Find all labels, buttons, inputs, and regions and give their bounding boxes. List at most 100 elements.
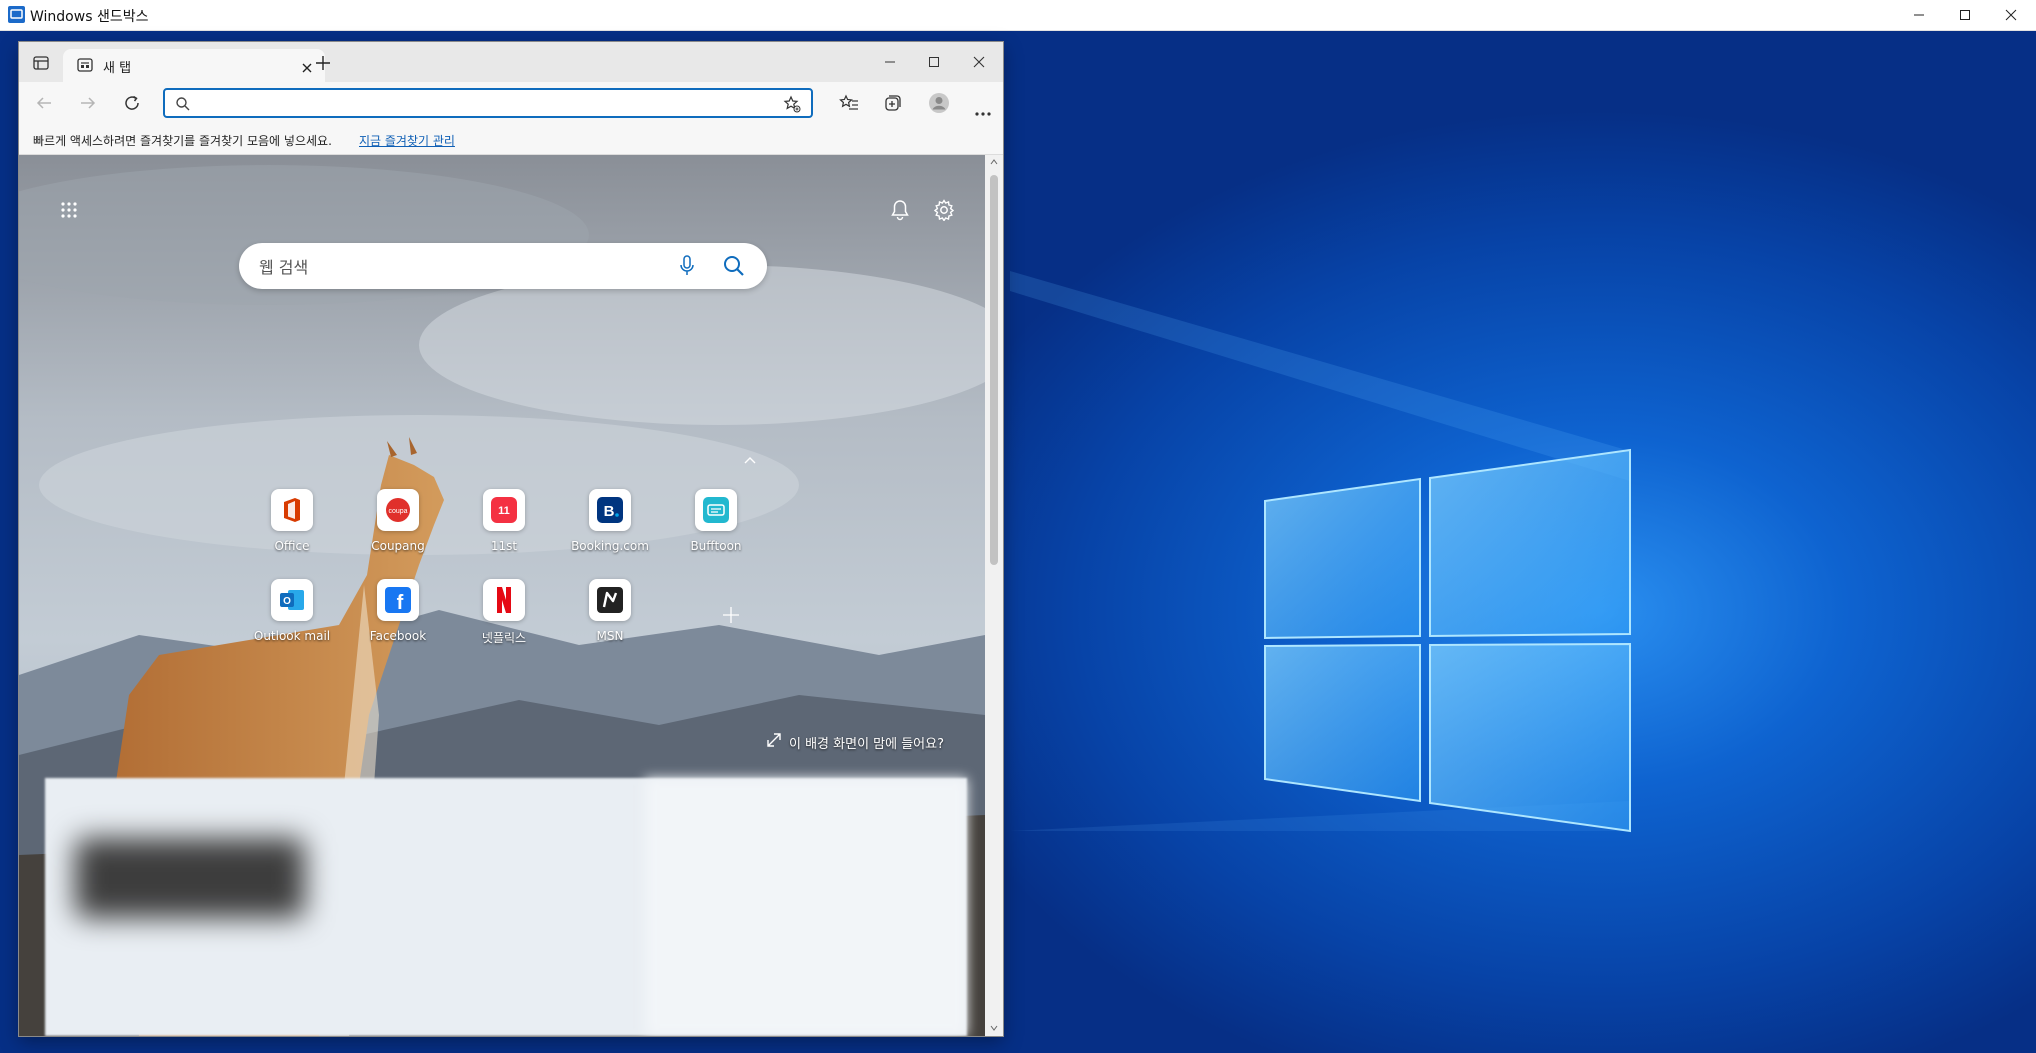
quick-link-label: Office <box>274 539 310 553</box>
sandbox-maximize-button[interactable] <box>1942 0 1988 30</box>
web-search-input[interactable] <box>257 255 661 279</box>
quick-link-label: Coupang <box>371 539 425 553</box>
browser-toolbar <box>19 82 1003 124</box>
quick-link-label: Booking.com <box>571 539 649 553</box>
chevron-up-icon <box>744 457 756 464</box>
microphone-icon[interactable] <box>679 255 695 277</box>
scroll-down-icon[interactable] <box>990 1025 998 1031</box>
browser-close-button[interactable] <box>972 54 986 73</box>
quick-link-label: Bufftoon <box>690 539 742 553</box>
close-icon <box>2005 9 2017 21</box>
collections-button[interactable] <box>884 94 902 116</box>
bell-icon <box>891 200 909 221</box>
sandbox-minimize-button[interactable] <box>1896 0 1942 30</box>
web-search-box[interactable] <box>239 243 767 289</box>
office-icon <box>271 489 313 531</box>
search-icon[interactable] <box>723 255 745 277</box>
feed-side-panel <box>645 778 967 1036</box>
browser-maximize-button[interactable] <box>927 54 941 73</box>
svg-text:B: B <box>604 503 615 520</box>
tab-actions-icon <box>33 56 49 70</box>
favorites-icon <box>839 94 858 110</box>
svg-text:f: f <box>397 592 404 613</box>
new-tab-page-icon <box>77 58 93 72</box>
quick-link-facebook[interactable]: f Facebook <box>350 579 446 659</box>
quick-link-bufftoon[interactable]: Bufftoon <box>668 489 764 569</box>
scroll-up-icon[interactable] <box>990 159 998 165</box>
sandbox-titlebar: Windows 샌드박스 <box>0 0 2036 31</box>
plus-icon <box>723 607 739 623</box>
profile-button[interactable] <box>928 92 950 118</box>
search-icon <box>176 97 190 111</box>
apps-launcher-button[interactable] <box>61 202 77 222</box>
tab-new-tab[interactable]: 새 탭 <box>63 49 325 82</box>
news-feed-panel <box>45 778 967 1036</box>
quick-link-coupang[interactable]: coupa Coupang <box>350 489 446 569</box>
maximize-icon <box>929 57 939 67</box>
facebook-icon: f <box>377 579 419 621</box>
apps-grid-icon <box>61 202 77 218</box>
msn-icon <box>589 579 631 621</box>
gear-icon <box>933 199 955 222</box>
forward-button[interactable] <box>79 95 97 115</box>
quick-link-11st[interactable]: 11 11st <box>456 489 552 569</box>
favorites-button[interactable] <box>839 94 859 116</box>
quick-link-msn[interactable]: MSN <box>562 579 658 659</box>
manage-favorites-link[interactable]: 지금 즐겨찾기 관리 <box>359 132 455 149</box>
minimize-icon <box>885 61 895 63</box>
plus-icon <box>316 56 330 70</box>
quick-link-label: MSN <box>596 629 624 643</box>
expand-icon <box>767 733 781 747</box>
refresh-button[interactable] <box>123 94 141 116</box>
settings-more-button[interactable] <box>975 101 991 120</box>
refresh-icon <box>125 95 139 110</box>
sandbox-app-icon <box>8 6 25 23</box>
netflix-icon <box>483 579 525 621</box>
11st-icon: 11 <box>483 489 525 531</box>
add-quick-link-button[interactable] <box>722 606 740 628</box>
new-tab-button[interactable] <box>315 55 331 75</box>
address-input[interactable] <box>197 93 761 115</box>
quick-link-booking[interactable]: B Booking.com <box>562 489 658 569</box>
add-favorite-icon[interactable] <box>783 95 801 113</box>
close-icon <box>302 63 312 73</box>
collapse-quick-links-button[interactable] <box>743 450 757 469</box>
svg-text:11: 11 <box>498 505 510 517</box>
quick-link-office[interactable]: Office <box>244 489 340 569</box>
bufftoon-icon <box>695 489 737 531</box>
tab-close-button[interactable] <box>301 59 313 78</box>
quick-link-netflix[interactable]: 넷플릭스 <box>456 579 552 659</box>
feed-item-placeholder <box>75 838 305 918</box>
svg-text:O: O <box>283 596 291 607</box>
quick-link-label: Facebook <box>369 629 427 643</box>
favorites-bar: 빠르게 액세스하려면 즐겨찾기를 즐겨찾기 모음에 넣으세요. 지금 즐겨찾기 … <box>19 124 1003 155</box>
new-tab-page: Office coupa Coupang 11 11st B Booking.c… <box>19 155 985 1036</box>
close-icon <box>973 56 985 68</box>
page-scrollbar[interactable] <box>985 155 1003 1036</box>
minimize-icon <box>1914 14 1924 16</box>
maximize-icon <box>1960 10 1970 20</box>
quick-link-label: Outlook mail <box>253 629 331 643</box>
favorites-bar-message: 빠르게 액세스하려면 즐겨찾기를 즐겨찾기 모음에 넣으세요. <box>33 134 332 148</box>
back-button[interactable] <box>35 95 53 115</box>
sandbox-close-button[interactable] <box>1988 0 2034 30</box>
browser-minimize-button[interactable] <box>883 54 897 73</box>
browser-window: 새 탭 빠르게 액세스하려면 즐겨찾기를 즐겨찾기 모음에 넣으세요. 지금 즐… <box>19 42 1003 1036</box>
quick-link-label: 11st <box>490 539 518 553</box>
scrollbar-thumb[interactable] <box>990 175 998 565</box>
page-settings-button[interactable] <box>933 199 955 225</box>
booking-icon: B <box>589 489 631 531</box>
background-feedback[interactable]: 이 배경 화면이 맘에 들어요? <box>767 733 944 752</box>
tab-actions-button[interactable] <box>33 55 49 74</box>
notifications-button[interactable] <box>890 199 910 225</box>
avatar-icon <box>929 93 949 113</box>
background-feedback-text: 이 배경 화면이 맘에 들어요? <box>789 737 944 752</box>
quick-link-outlook[interactable]: O Outlook mail <box>244 579 340 659</box>
coupang-icon: coupa <box>377 489 419 531</box>
address-bar[interactable] <box>163 88 813 118</box>
tab-strip: 새 탭 <box>19 42 1003 82</box>
outlook-icon: O <box>271 579 313 621</box>
collections-icon <box>885 95 901 111</box>
arrow-left-icon <box>36 97 51 109</box>
quick-link-label: 넷플릭스 <box>481 631 527 645</box>
